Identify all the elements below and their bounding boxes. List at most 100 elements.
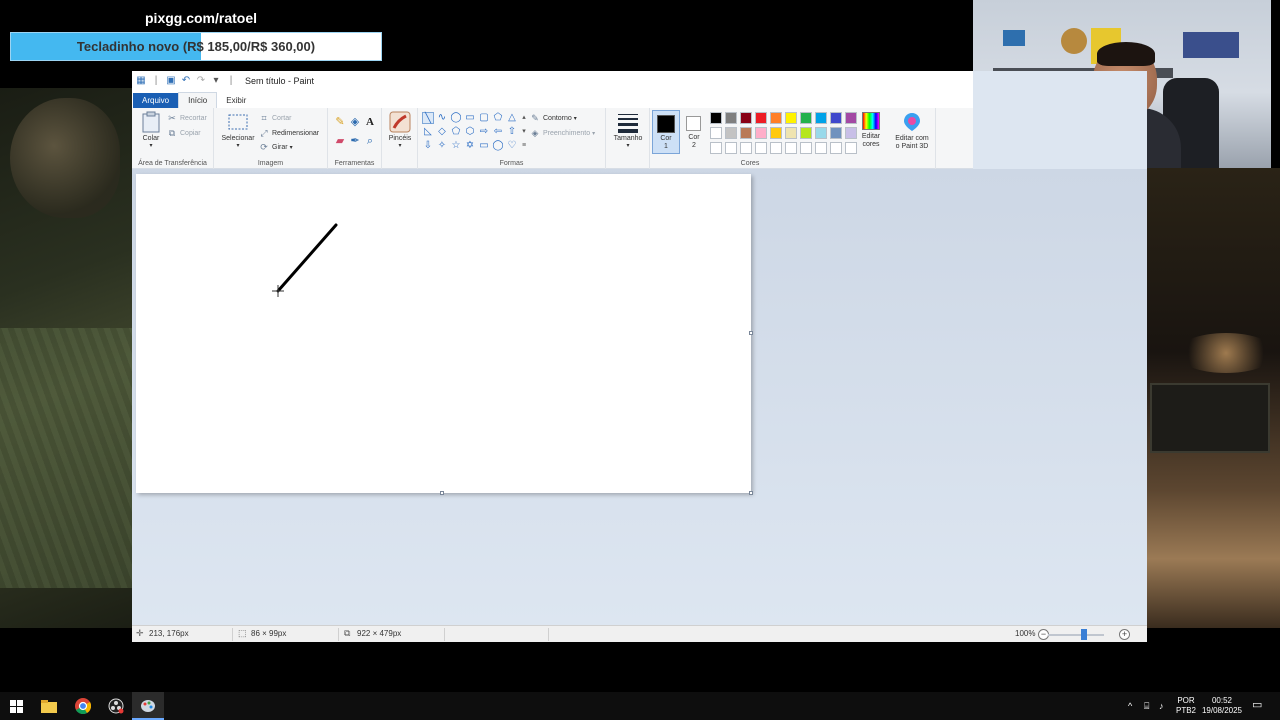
paint-app-icon[interactable]: ▦ xyxy=(135,75,147,87)
outline-button[interactable]: ✎ Contorno ▾ xyxy=(530,113,577,123)
volume-icon[interactable]: ♪ xyxy=(1159,701,1164,711)
customize-qat-icon[interactable]: ▾ xyxy=(210,75,222,87)
shape-triangle-icon[interactable]: △ xyxy=(506,112,518,124)
redo-icon[interactable]: ↷ xyxy=(195,75,207,87)
color1-button[interactable]: Cor 1 xyxy=(652,110,680,154)
undo-icon[interactable]: ↶ xyxy=(180,75,192,87)
clock[interactable]: 00:52 19/08/2025 xyxy=(1200,696,1244,716)
paint3d-button[interactable]: Editar com o Paint 3D xyxy=(888,112,936,151)
copy-button[interactable]: ⧉ Copiar xyxy=(167,128,201,138)
shape-diamond-icon[interactable]: ◇ xyxy=(436,126,448,138)
palette-swatch[interactable] xyxy=(830,127,842,139)
palette-swatch[interactable] xyxy=(710,127,722,139)
shape-callout-rect-icon[interactable]: ▭ xyxy=(478,140,490,152)
palette-swatch[interactable] xyxy=(770,142,782,154)
shape-right-triangle-icon[interactable]: ◺ xyxy=(422,126,434,138)
palette-swatch[interactable] xyxy=(830,112,842,124)
shape-down-arrow-icon[interactable]: ⇩ xyxy=(422,140,434,152)
text-tool-icon[interactable]: A xyxy=(363,115,377,129)
tab-file[interactable]: Arquivo xyxy=(133,93,179,108)
paint-taskbar-button[interactable] xyxy=(132,692,164,720)
palette-swatch[interactable] xyxy=(815,112,827,124)
size-button[interactable]: Tamanho ▾ xyxy=(610,111,646,149)
show-hidden-icons-button[interactable]: ^ xyxy=(1128,701,1132,711)
paste-button[interactable]: Colar ▾ xyxy=(136,111,166,149)
paste-label: Colar xyxy=(142,135,160,142)
cut-button[interactable]: ✂ Recortar xyxy=(167,113,207,123)
palette-swatch[interactable] xyxy=(800,127,812,139)
tab-view[interactable]: Exibir xyxy=(217,93,255,108)
resize-handle-corner[interactable] xyxy=(749,491,753,495)
rotate-button[interactable]: ⟳ Girar ▾ xyxy=(259,142,292,152)
palette-swatch[interactable] xyxy=(830,142,842,154)
network-icon[interactable]: ⌸ xyxy=(1144,701,1149,711)
palette-swatch[interactable] xyxy=(785,127,797,139)
palette-swatch[interactable] xyxy=(755,112,767,124)
palette-swatch[interactable] xyxy=(815,127,827,139)
resize-handle-right[interactable] xyxy=(749,331,753,335)
shape-pentagon-icon[interactable]: ⬠ xyxy=(450,126,462,138)
palette-swatch[interactable] xyxy=(770,112,782,124)
zoom-in-button[interactable]: + xyxy=(1119,629,1130,640)
crop-button[interactable]: ⌗ Cortar xyxy=(259,113,291,123)
shapes-expand-icon[interactable]: ≡ xyxy=(518,140,530,152)
palette-swatch[interactable] xyxy=(800,112,812,124)
zoom-slider[interactable] xyxy=(1048,634,1104,636)
drawing-canvas[interactable] xyxy=(136,174,751,493)
palette-swatch[interactable] xyxy=(755,142,767,154)
shape-callout-cloud-icon[interactable]: ♡ xyxy=(506,140,518,152)
color-picker-icon[interactable]: ✒ xyxy=(348,134,362,148)
edit-colors-button[interactable]: Editar cores xyxy=(856,112,886,149)
shape-left-arrow-icon[interactable]: ⇦ xyxy=(492,126,504,138)
palette-swatch[interactable] xyxy=(710,142,722,154)
magnifier-icon[interactable]: ⌕ xyxy=(363,134,377,148)
shape-polygon-icon[interactable]: ⬠ xyxy=(492,112,504,124)
palette-swatch[interactable] xyxy=(815,142,827,154)
fill-bucket-icon[interactable]: ◈ xyxy=(348,115,362,129)
palette-swatch[interactable] xyxy=(740,127,752,139)
fill-button[interactable]: ◈ Preenchimento ▾ xyxy=(530,128,596,138)
shape-right-arrow-icon[interactable]: ⇨ xyxy=(478,126,490,138)
shape-rectangle-icon[interactable]: ▭ xyxy=(464,112,476,124)
shape-five-point-star-icon[interactable]: ☆ xyxy=(450,140,462,152)
resize-handle-bottom[interactable] xyxy=(440,491,444,495)
palette-swatch[interactable] xyxy=(725,142,737,154)
select-button[interactable]: Selecionar ▾ xyxy=(218,111,258,149)
shape-curve-icon[interactable]: ∿ xyxy=(436,112,448,124)
palette-swatch[interactable] xyxy=(785,142,797,154)
palette-swatch[interactable] xyxy=(770,127,782,139)
brushes-button[interactable]: Pincéis ▾ xyxy=(385,111,415,149)
shape-hexagon-icon[interactable]: ⬡ xyxy=(464,126,476,138)
eraser-icon[interactable]: ▰ xyxy=(333,134,347,148)
palette-swatch[interactable] xyxy=(725,112,737,124)
group-label-shapes: Formas xyxy=(499,160,524,167)
shape-up-arrow-icon[interactable]: ⇧ xyxy=(506,126,518,138)
file-explorer-button[interactable] xyxy=(39,696,59,716)
shapes-scroll-down-icon[interactable]: ▾ xyxy=(518,126,530,138)
shape-oval-icon[interactable]: ◯ xyxy=(450,112,462,124)
resize-button[interactable]: ⤢ Redimensionar xyxy=(259,128,319,138)
zoom-slider-thumb[interactable] xyxy=(1081,629,1087,640)
color2-button[interactable]: Cor 2 xyxy=(682,110,706,154)
palette-swatch[interactable] xyxy=(710,112,722,124)
obs-button[interactable] xyxy=(106,696,126,716)
shape-callout-oval-icon[interactable]: ◯ xyxy=(492,140,504,152)
start-button[interactable] xyxy=(6,696,26,716)
shapes-scroll-up-icon[interactable]: ▴ xyxy=(518,112,530,124)
palette-swatch[interactable] xyxy=(740,142,752,154)
shape-rounded-rectangle-icon[interactable]: ▢ xyxy=(478,112,490,124)
shape-six-point-star-icon[interactable]: ✡ xyxy=(464,140,476,152)
palette-swatch[interactable] xyxy=(755,127,767,139)
palette-swatch[interactable] xyxy=(725,127,737,139)
shape-four-point-star-icon[interactable]: ✧ xyxy=(436,140,448,152)
palette-swatch[interactable] xyxy=(740,112,752,124)
palette-swatch[interactable] xyxy=(785,112,797,124)
notifications-icon[interactable]: ▭ xyxy=(1252,700,1262,711)
shape-line-icon[interactable]: ╲ xyxy=(422,112,434,124)
pencil-icon[interactable]: ✎ xyxy=(333,115,347,129)
language-indicator[interactable]: POR PTB2 xyxy=(1174,696,1198,716)
save-icon[interactable]: ▣ xyxy=(165,75,177,87)
chrome-button[interactable] xyxy=(73,696,93,716)
tab-home[interactable]: Início xyxy=(178,92,218,108)
palette-swatch[interactable] xyxy=(800,142,812,154)
